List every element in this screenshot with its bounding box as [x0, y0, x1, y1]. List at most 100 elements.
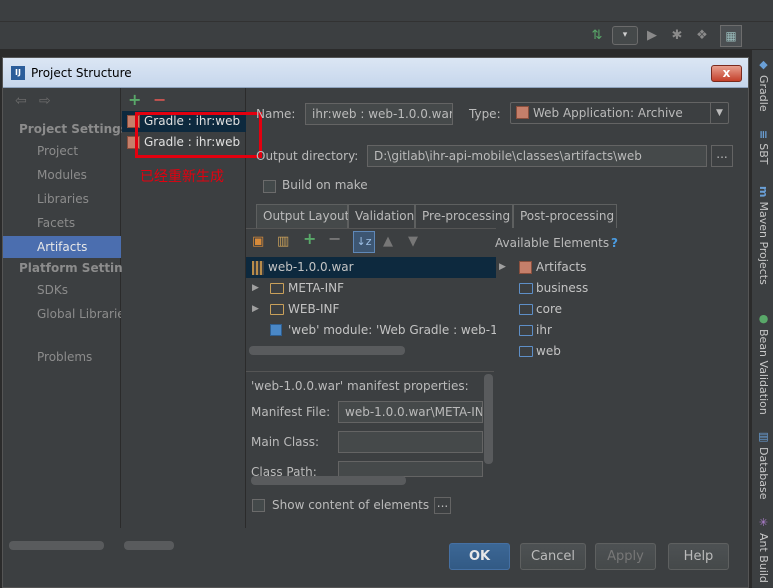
tab-output-layout[interactable]: Output Layout	[256, 204, 349, 228]
module-folder-icon	[519, 304, 533, 315]
ant-icon: ✳	[757, 516, 770, 529]
type-select[interactable]: Web Application: Archive ▼	[510, 102, 729, 124]
database-icon: ▤	[757, 430, 770, 443]
dialog-titlebar[interactable]: IJ Project Structure x	[3, 58, 748, 88]
help-button[interactable]: Help	[668, 543, 729, 570]
back-arrow-icon[interactable]: ⇦	[15, 93, 27, 109]
name-field[interactable]: ihr:web : web-1.0.0.war	[305, 103, 453, 125]
tool-database[interactable]: ▤Database	[754, 430, 772, 500]
platform-settings-header: Platform Settings	[19, 261, 139, 275]
tree-row[interactable]: web-1.0.0.war	[246, 257, 496, 278]
add-icon[interactable]: +	[303, 231, 316, 247]
manifest-file-label: Manifest File:	[251, 405, 331, 419]
build-icon[interactable]: ⇅	[588, 27, 606, 45]
output-directory-label: Output directory:	[256, 149, 359, 163]
module-icon	[270, 324, 282, 336]
nav-item-libraries[interactable]: Libraries	[3, 188, 121, 210]
bean-icon: ●	[757, 312, 770, 325]
output-directory-field[interactable]: D:\gitlab\ihr-api-mobile\classes\artifac…	[367, 145, 707, 167]
tool-ant-build[interactable]: ✳Ant Build	[754, 516, 772, 583]
sbt-icon: ≡	[757, 130, 770, 140]
gradle-icon: ◆	[757, 58, 770, 71]
project-structure-dialog: IJ Project Structure x ⇦ ⇨ Project Setti…	[2, 57, 749, 588]
ok-button[interactable]: OK	[449, 543, 510, 570]
tree-row[interactable]: ▶ META-INF	[246, 278, 496, 299]
folder-icon	[270, 283, 284, 294]
archive-icon[interactable]: ▥	[277, 235, 289, 249]
nav-item-modules[interactable]: Modules	[3, 164, 121, 186]
nav-item-project[interactable]: Project	[3, 140, 121, 162]
artifact-list-scrollbar[interactable]	[124, 541, 174, 550]
tab-validation[interactable]: Validation	[348, 204, 415, 228]
available-elements-header: Available Elements	[495, 236, 610, 250]
show-content-checkbox[interactable]	[252, 499, 265, 512]
remove-icon[interactable]: −	[153, 90, 166, 109]
settings-nav: ⇦ ⇨ Project Settings Project Modules Lib…	[3, 88, 138, 550]
right-tool-strip: ◆Gradle ≡SBT mMaven Projects ●Bean Valid…	[751, 50, 773, 588]
tool-sbt[interactable]: ≡SBT	[754, 130, 772, 164]
tool-bean-validation[interactable]: ●Bean Validation	[754, 312, 772, 415]
add-icon[interactable]: +	[128, 90, 141, 109]
apply-button[interactable]: Apply	[595, 543, 656, 570]
name-label: Name:	[256, 107, 296, 121]
main-class-label: Main Class:	[251, 435, 320, 449]
run-config-dropdown[interactable]: ▾	[612, 26, 638, 45]
ide-toolbar: ⇅ ▾ ▶ ✱ ❖ ▦	[0, 22, 773, 50]
tree-row[interactable]: 'web' module: 'Web Gradle : web-1.	[246, 320, 496, 341]
tab-post-processing[interactable]: Post-processing	[513, 204, 617, 228]
build-on-make-label: Build on make	[282, 178, 368, 192]
expand-arrow-icon[interactable]: ▶	[252, 299, 259, 320]
chevron-down-icon: ▼	[710, 103, 728, 123]
nav-item-sdks[interactable]: SDKs	[3, 279, 121, 301]
move-down-icon[interactable]: ▼	[408, 235, 418, 249]
module-folder-icon	[519, 283, 533, 294]
forward-arrow-icon[interactable]: ⇨	[39, 93, 51, 109]
highlight-box	[135, 112, 262, 158]
manifest-vertical-scrollbar[interactable]	[484, 374, 493, 464]
show-content-options-button[interactable]: ...	[434, 497, 451, 514]
project-structure-icon[interactable]: ▦	[720, 25, 742, 47]
move-up-icon[interactable]: ▲	[383, 235, 393, 249]
main-class-field[interactable]	[338, 431, 483, 453]
close-button[interactable]: x	[711, 65, 742, 82]
web-archive-icon	[516, 106, 529, 119]
tree-row[interactable]: ▶ WEB-INF	[246, 299, 496, 320]
tree-scrollbar[interactable]	[249, 346, 405, 355]
nav-item-problems[interactable]: Problems	[3, 346, 121, 368]
sort-icon[interactable]: ↓z	[353, 231, 375, 253]
folder-icon	[270, 304, 284, 315]
type-label: Type:	[469, 107, 501, 121]
artifact-list: + − Gradle : ihr:web Gradle : ihr:web 已经…	[122, 88, 262, 550]
module-folder-icon	[519, 325, 533, 336]
build-on-make-checkbox[interactable]	[263, 180, 276, 193]
project-settings-header: Project Settings	[19, 122, 128, 136]
manifest-title: 'web-1.0.0.war' manifest properties:	[251, 379, 469, 393]
remove-icon[interactable]: −	[328, 231, 341, 247]
ide-menu-bar	[0, 0, 773, 22]
maven-icon: m	[757, 186, 770, 198]
artifact-icon	[519, 261, 532, 274]
show-content-label: Show content of elements	[272, 498, 430, 512]
new-folder-icon[interactable]: ▣	[252, 235, 264, 249]
tool-gradle[interactable]: ◆Gradle	[754, 58, 772, 112]
manifest-panel: 'web-1.0.0.war' manifest properties: Man…	[246, 371, 494, 488]
browse-button[interactable]: ...	[711, 145, 733, 167]
expand-arrow-icon[interactable]: ▶	[252, 278, 259, 299]
nav-item-global-libraries[interactable]: Global Libraries	[3, 303, 121, 325]
help-icon[interactable]: ?	[611, 236, 618, 250]
cancel-button[interactable]: Cancel	[520, 543, 586, 570]
nav-item-facets[interactable]: Facets	[3, 212, 121, 234]
nav-item-artifacts[interactable]: Artifacts	[3, 236, 121, 258]
debug-icon[interactable]: ✱	[668, 27, 686, 45]
regenerated-annotation: 已经重新生成	[140, 169, 224, 185]
war-archive-icon	[252, 261, 264, 275]
manifest-file-field[interactable]: web-1.0.0.war\META-IN	[338, 401, 483, 423]
manifest-horizontal-scrollbar[interactable]	[251, 476, 406, 485]
expand-arrow-icon[interactable]: ▶	[499, 257, 506, 278]
nav-scrollbar[interactable]	[9, 541, 104, 550]
coverage-icon[interactable]: ❖	[693, 27, 711, 45]
run-icon[interactable]: ▶	[643, 27, 661, 45]
tool-maven[interactable]: mMaven Projects	[754, 186, 772, 285]
tab-pre-processing[interactable]: Pre-processing	[415, 204, 513, 228]
class-path-field[interactable]	[338, 461, 483, 477]
